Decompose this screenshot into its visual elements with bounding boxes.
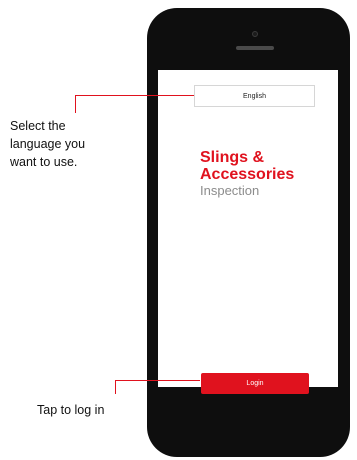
tutorial-illustration: English Slings & Accessories Inspection … — [0, 0, 357, 460]
earpiece-speaker — [236, 46, 274, 50]
language-select[interactable]: English — [194, 85, 315, 107]
language-callout-line-1: Select the — [10, 119, 66, 133]
language-callout-line-vertical — [75, 95, 76, 113]
app-title-line-2: Accessories — [200, 166, 295, 183]
language-callout-line-3: want to use. — [10, 155, 78, 169]
login-callout-text: Tap to log in — [37, 401, 104, 419]
login-button-label: Login — [246, 380, 264, 387]
login-callout-line-vertical — [115, 380, 116, 394]
language-select-value: English — [243, 92, 266, 100]
login-button[interactable]: Login — [201, 373, 309, 394]
front-camera-icon — [252, 31, 258, 37]
phone-screen: English Slings & Accessories Inspection … — [158, 70, 340, 394]
login-callout-label: Tap to log in — [37, 403, 105, 417]
app-subtitle: Inspection — [200, 183, 260, 198]
language-callout-line-2: language you — [10, 137, 86, 151]
language-callout-line-horizontal — [75, 95, 194, 96]
login-callout-line-horizontal — [115, 380, 200, 381]
app-title: Slings & Accessories Inspection — [200, 149, 340, 198]
language-callout-text: Select the language you want to use. — [10, 117, 85, 171]
app-title-line-1: Slings & — [200, 149, 265, 166]
